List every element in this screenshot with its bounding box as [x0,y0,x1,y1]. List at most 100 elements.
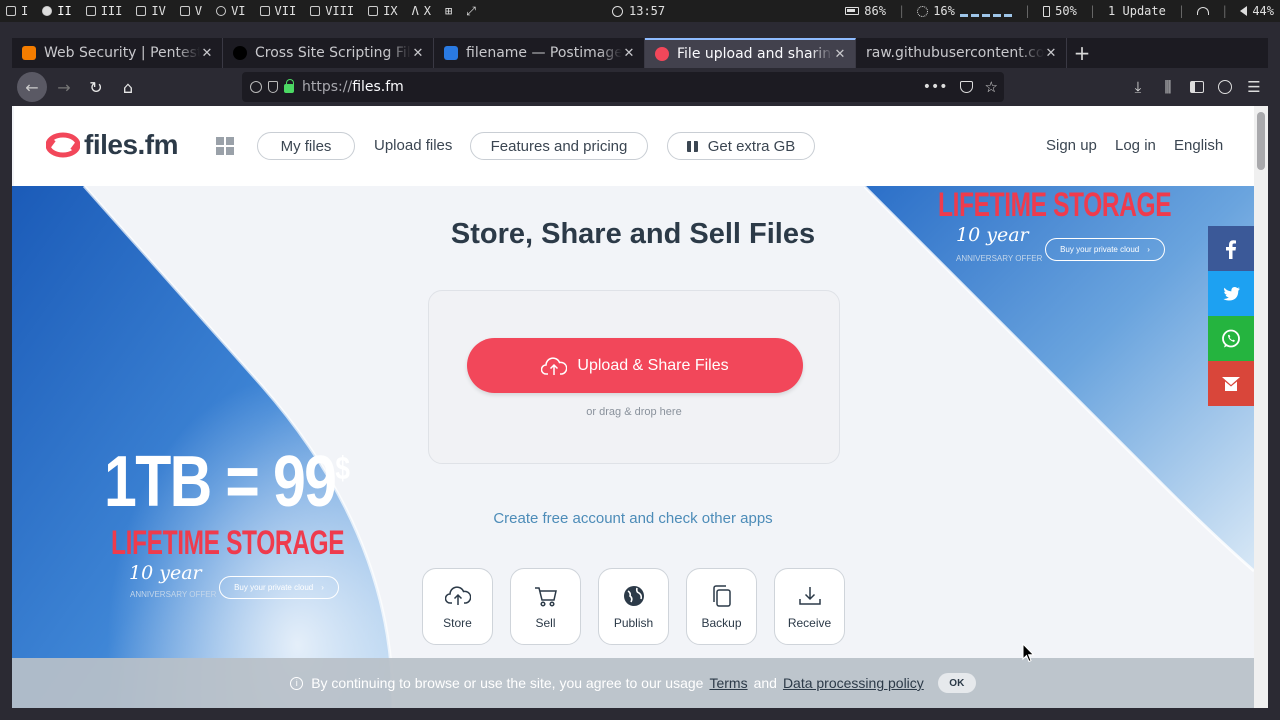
publish-button[interactable]: Publish [598,568,669,645]
pocket-icon[interactable] [959,81,973,93]
whatsapp-share-button[interactable] [1208,316,1254,361]
create-account-link[interactable]: Create free account and check other apps [12,510,1254,527]
files-fm-logo[interactable]: files.fm [46,129,179,161]
gmail-share-button[interactable] [1208,361,1254,406]
url-bar[interactable]: https://files.fm ••• ☆ [242,72,1004,102]
workspace-10[interactable]: ΛX [406,0,439,22]
workspace-5[interactable]: V [174,0,210,22]
sidebar-icon[interactable] [1190,81,1204,93]
language-selector[interactable]: English [1174,137,1223,154]
wifi-status[interactable] [1197,7,1210,15]
forward-button[interactable]: → [49,72,79,102]
navigation-toolbar: ← → ↻ ⌂ https://files.fm ••• ☆ ⤓ ⫼ ☰ [12,68,1268,106]
folder-icon [259,6,270,16]
account-icon[interactable] [1218,80,1232,94]
workspace-8[interactable]: VIII [304,0,362,22]
arrow-left-icon: ← [25,77,39,97]
my-files-button[interactable]: My files [257,132,355,160]
page-actions-icon[interactable]: ••• [923,79,948,95]
toolbar-actions: ⤓ ⫼ ☰ [1130,68,1262,106]
web-page: files.fm My files Upload files Features … [12,106,1268,708]
reload-icon: ↻ [89,77,103,97]
workspace-9[interactable]: IX [362,0,405,22]
receive-button[interactable]: Receive [774,568,845,645]
close-icon[interactable]: ✕ [833,47,847,62]
drag-drop-hint: or drag & drop here [586,406,682,418]
battery-status: 86% [845,4,886,18]
tab-strip: Web Security | Pentest ✕ Cross Site Scri… [12,38,1268,68]
workspace-7[interactable]: VII [254,0,305,22]
workspace-6[interactable]: VI [210,0,253,22]
close-icon[interactable]: ✕ [200,46,214,61]
divider: | [1088,4,1097,18]
download-icon[interactable]: ⤓ [1130,78,1146,96]
grid-icon: ⊞ [445,4,453,18]
apps-grid-icon[interactable] [216,137,234,155]
features-pricing-button[interactable]: Features and pricing [470,132,648,160]
workspace-4[interactable]: IV [130,0,173,22]
expand-icon: ⤢ [466,3,476,18]
lock-icon[interactable] [284,79,294,93]
upload-share-button[interactable]: Upload & Share Files [467,338,803,393]
scrollbar-thumb[interactable] [1257,112,1265,170]
upload-files-link[interactable]: Upload files [374,137,452,154]
bookmark-star-icon[interactable]: ☆ [985,78,998,96]
volume-status[interactable]: 44% [1240,4,1274,18]
terms-link[interactable]: Terms [709,675,747,691]
workspace-1[interactable]: I [0,0,36,22]
update-status[interactable]: 1 Update [1108,4,1166,18]
library-icon[interactable]: ⫼ [1160,78,1176,96]
document-icon [179,6,190,16]
tab-xss[interactable]: Cross Site Scripting Fil ✕ [223,38,434,68]
whatsapp-icon [1222,329,1240,347]
sell-button[interactable]: Sell [510,568,581,645]
camera-icon [310,6,321,16]
divider: | [897,4,906,18]
workspace-2[interactable]: II [36,0,79,22]
shield-icon[interactable] [268,81,278,93]
facebook-share-button[interactable] [1208,226,1254,271]
close-icon[interactable]: ✕ [411,46,425,61]
sign-up-link[interactable]: Sign up [1046,137,1097,154]
buy-private-cloud-button-left[interactable]: Buy your private cloud › [219,576,339,599]
reload-button[interactable]: ↻ [81,72,111,102]
back-button[interactable]: ← [17,72,47,102]
github-icon [233,46,247,60]
data-policy-link[interactable]: Data processing policy [783,675,924,691]
close-icon[interactable]: ✕ [1044,46,1058,61]
browser-window: Web Security | Pentest ✕ Cross Site Scri… [12,38,1268,708]
menu-icon[interactable]: ☰ [1246,78,1262,96]
close-icon[interactable]: ✕ [622,46,636,61]
home-button[interactable]: ⌂ [113,72,143,102]
cpu-status: 16% [917,4,1012,18]
store-button[interactable]: Store [422,568,493,645]
layout-grid-button[interactable]: ⊞ [439,0,460,22]
feature-buttons: Store Sell Publish Backup Receive [422,568,845,645]
new-tab-button[interactable]: + [1067,38,1097,68]
system-bar: I II III IV V VI VII VIII IX ΛX ⊞ ⤢ 13:5… [0,0,1280,22]
download-icon [798,587,821,605]
workspace-3[interactable]: III [80,0,131,22]
workspace-list: I II III IV V VI VII VIII IX ΛX ⊞ ⤢ [0,0,484,22]
info-icon[interactable] [250,81,262,93]
tab-raw-github[interactable]: raw.githubusercontent.co ✕ [856,38,1067,68]
tab-web-security[interactable]: Web Security | Pentest ✕ [12,38,223,68]
page-scrollbar[interactable] [1254,106,1268,708]
globe-icon [42,6,53,16]
promo-anniversary-right: ANNIVERSARY OFFER [956,254,1043,263]
cpu-graph [959,5,1012,17]
extra-gb-button[interactable]: Get extra GB [667,132,815,160]
fullscreen-button[interactable]: ⤢ [460,0,484,22]
arch-icon: Λ [411,4,419,18]
backup-button[interactable]: Backup [686,568,757,645]
tab-postimages[interactable]: filename — Postimages ✕ [434,38,645,68]
divider: | [1177,4,1186,18]
upload-dropzone[interactable]: Upload & Share Files or drag & drop here [428,290,840,464]
cookie-ok-button[interactable]: OK [937,673,976,693]
tab-files-fm[interactable]: File upload and sharing ✕ [645,38,856,68]
promo-price: 1TB = 99$ [104,442,350,522]
wifi-icon [1197,7,1210,15]
twitter-share-button[interactable] [1208,271,1254,316]
log-in-link[interactable]: Log in [1115,137,1156,154]
home-icon: ⌂ [122,77,134,97]
